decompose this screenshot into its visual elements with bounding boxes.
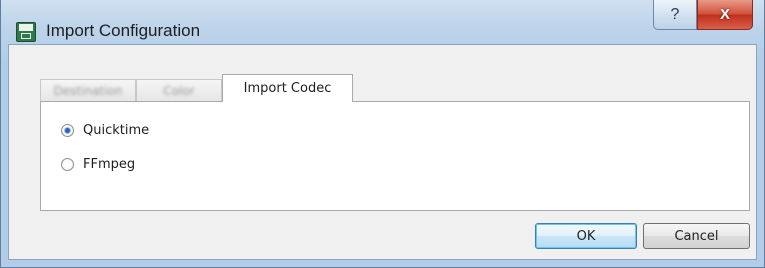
tab-label: Color (163, 83, 195, 98)
option-label: Quicktime (83, 122, 150, 138)
title-bar[interactable]: Import Configuration ? X (1, 0, 764, 44)
tab-destination[interactable]: Destination (40, 79, 136, 101)
radio-button-unchecked[interactable] (61, 157, 74, 171)
help-icon: ? (670, 5, 680, 23)
import-configuration-dialog: Import Configuration ? X Destination Col… (0, 0, 765, 268)
help-button[interactable]: ? (653, 0, 697, 30)
app-logo-icon (16, 22, 36, 42)
import-codec-panel: Quicktime FFmpeg (40, 101, 750, 211)
close-icon: X (719, 6, 730, 23)
tab-import-codec[interactable]: Import Codec (222, 74, 353, 102)
tab-color[interactable]: Color (136, 79, 222, 101)
ok-button[interactable]: OK (535, 223, 637, 249)
tab-strip: Destination Color Import Codec (9, 45, 756, 102)
cancel-button[interactable]: Cancel (643, 223, 750, 249)
tab-label: Import Codec (243, 81, 332, 96)
option-quicktime[interactable]: Quicktime (61, 120, 149, 140)
close-button[interactable]: X (697, 0, 753, 30)
option-ffmpeg[interactable]: FFmpeg (61, 154, 135, 174)
radio-button-checked[interactable] (61, 123, 74, 137)
window-title: Import Configuration (46, 21, 201, 40)
option-label: FFmpeg (83, 156, 136, 172)
dialog-body: Destination Color Import Codec Quicktime… (8, 44, 757, 260)
tab-label: Destination (53, 83, 123, 98)
